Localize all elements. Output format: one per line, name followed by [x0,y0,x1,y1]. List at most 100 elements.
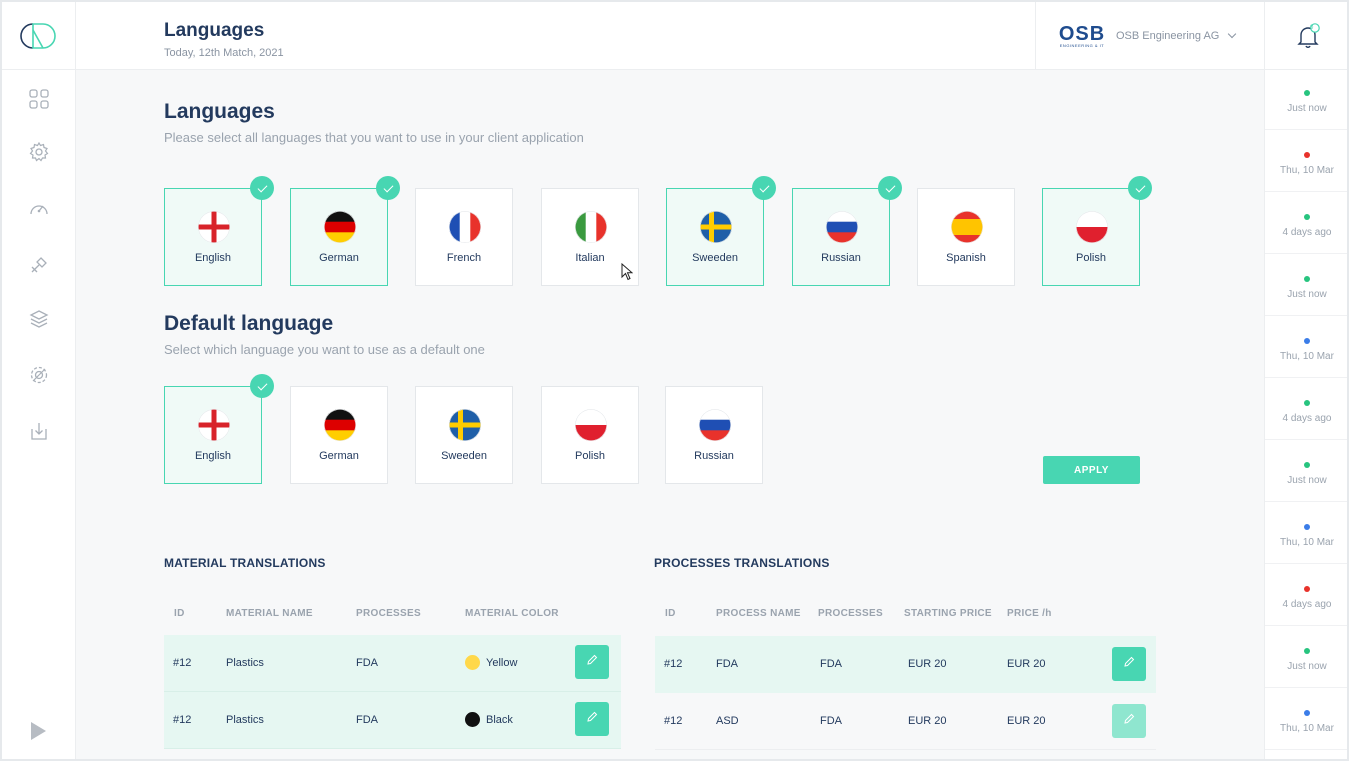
language-label: Polish [1076,252,1106,264]
language-label: German [319,450,359,462]
play-icon[interactable] [31,722,46,740]
settings-gear-icon[interactable] [28,141,50,163]
notification-bell[interactable]: 0 [1265,2,1347,70]
cell-starting-price: EUR 20 [908,658,947,670]
notification-item[interactable]: Thu, 10 Mar [1265,504,1347,564]
notification-item[interactable]: 4 days ago [1265,380,1347,440]
german-flag-icon [324,211,356,243]
language-label: Russian [821,252,861,264]
process-col-processes: PROCESSES [818,608,883,619]
language-card-sweeden[interactable]: Sweeden [415,386,513,484]
language-card-russian[interactable]: Russian [792,188,890,286]
language-card-polish[interactable]: Polish [1042,188,1140,286]
edit-button[interactable] [1112,704,1146,738]
edit-button[interactable] [575,702,609,736]
default-language-title: Default language [164,312,334,335]
notification-item[interactable]: 4 days ago [1265,194,1347,254]
language-card-english[interactable]: English [164,386,262,484]
notification-time: 4 days ago [1282,599,1332,610]
cell-color: Black [486,714,513,726]
french-flag-icon [449,211,481,243]
status-dot [1304,90,1310,96]
speedometer-icon[interactable] [28,198,50,220]
status-dot [1304,152,1310,158]
language-label: Russian [694,450,734,462]
cell-price-h: EUR 20 [1007,658,1046,670]
notification-item[interactable]: Just now [1265,70,1347,130]
notification-item[interactable]: Thu, 10 Mar [1265,690,1347,750]
table-row[interactable]: #12 Plastics FDA Black [164,692,621,749]
status-dot [1304,400,1310,406]
top-header: Languages Today, 12th Match, 2021 OSB EN… [76,2,1264,70]
company-name: OSB Engineering AG [1116,30,1220,42]
mouse-cursor-icon [621,263,633,281]
checkmark-icon [1128,176,1152,200]
languages-title: Languages [164,100,275,123]
language-card-german[interactable]: German [290,386,388,484]
spanish-flag-icon [951,211,983,243]
notification-time: Just now [1287,289,1327,300]
app-logo[interactable] [2,2,76,70]
checkmark-icon [752,176,776,200]
notification-item[interactable]: Thu, 10 Mar [1265,132,1347,192]
notification-item[interactable]: Just now [1265,256,1347,316]
cell-process-name: FDA [716,658,738,670]
english-flag-icon [198,409,230,441]
notification-count: 0 [1310,25,1314,31]
russian-flag-icon [699,409,731,441]
table-row[interactable]: #12 FDA FDA EUR 20 EUR 20 [655,636,1156,693]
notification-item[interactable]: Just now [1265,442,1347,502]
language-card-sweeden[interactable]: Sweeden [666,188,764,286]
language-label: Spanish [946,252,986,264]
table-row[interactable]: #12 Plastics FDA Yellow [164,635,621,692]
sweeden-flag-icon [449,409,481,441]
notification-time: Just now [1287,103,1327,114]
languages-subtitle: Please select all languages that you wan… [164,130,584,145]
dashboard-grid-icon[interactable] [28,88,50,110]
pencil-icon [1123,655,1135,673]
tools-icon[interactable] [28,254,50,276]
notification-item[interactable]: Thu, 10 Mar [1265,318,1347,378]
edit-button[interactable] [575,645,609,679]
notification-time: 4 days ago [1282,413,1332,424]
cell-processes: FDA [820,658,842,670]
pencil-icon [586,710,598,728]
layers-icon[interactable] [28,308,50,330]
download-icon[interactable] [28,420,50,442]
cell-id: #12 [173,714,192,726]
language-card-polish[interactable]: Polish [541,386,639,484]
process-col-price-h: PRICE /h [1007,608,1052,619]
language-card-french[interactable]: French [415,188,513,286]
cog-settings-icon[interactable] [28,364,50,386]
status-dot [1304,586,1310,592]
notification-item[interactable]: Just now [1265,628,1347,688]
notification-time: Thu, 10 Mar [1280,723,1334,734]
table-row[interactable]: #12 ASD FDA EUR 20 EUR 20 [655,693,1156,750]
cell-starting-price: EUR 20 [908,715,947,727]
pencil-icon [1123,712,1135,730]
status-dot [1304,214,1310,220]
apply-button[interactable]: APPLY [1043,456,1140,484]
cell-id: #12 [664,658,683,670]
language-card-spanish[interactable]: Spanish [917,188,1015,286]
company-selector[interactable]: OSB ENGINEERING & IT OSB Engineering AG [1035,2,1264,70]
processes-translations-title: PROCESSES TRANSLATIONS [654,556,830,570]
notification-item[interactable]: 4 days ago [1265,566,1347,626]
italian-flag-icon [575,211,607,243]
language-card-russian[interactable]: Russian [665,386,763,484]
checkmark-icon [878,176,902,200]
pencil-icon [586,653,598,671]
language-label: French [446,252,482,264]
chevron-down-icon[interactable] [1228,29,1237,39]
page-title: Languages [164,20,265,41]
language-card-german[interactable]: German [290,188,388,286]
material-col-color: MATERIAL COLOR [465,608,559,619]
notification-time: Just now [1287,661,1327,672]
language-label: Sweeden [441,450,487,462]
language-card-english[interactable]: English [164,188,262,286]
edit-button[interactable] [1112,647,1146,681]
english-flag-icon [198,211,230,243]
process-col-id: ID [665,608,676,619]
notification-time: Thu, 10 Mar [1280,351,1334,362]
language-label: German [319,252,359,264]
